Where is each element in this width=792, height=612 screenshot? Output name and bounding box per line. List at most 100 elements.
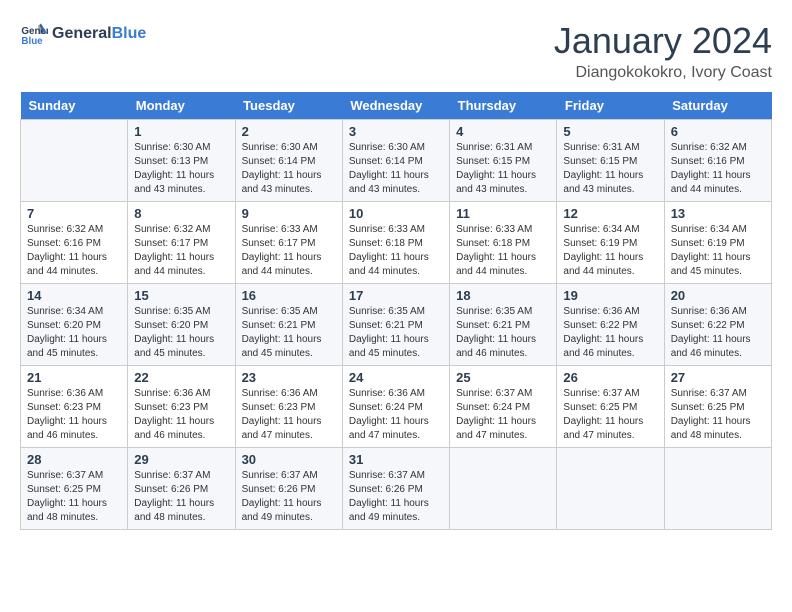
day-info: Sunrise: 6:37 AM Sunset: 6:24 PM Dayligh… bbox=[456, 387, 550, 443]
day-info: Sunrise: 6:37 AM Sunset: 6:25 PM Dayligh… bbox=[671, 387, 765, 443]
day-number: 5 bbox=[563, 124, 657, 139]
day-info: Sunrise: 6:35 AM Sunset: 6:21 PM Dayligh… bbox=[349, 305, 443, 361]
day-number: 16 bbox=[242, 288, 336, 303]
calendar-cell: 17 Sunrise: 6:35 AM Sunset: 6:21 PM Dayli… bbox=[342, 284, 449, 366]
calendar-cell: 6 Sunrise: 6:32 AM Sunset: 6:16 PM Daylig… bbox=[664, 120, 771, 202]
header-wednesday: Wednesday bbox=[342, 92, 449, 120]
weekday-header-row: Sunday Monday Tuesday Wednesday Thursday… bbox=[21, 92, 772, 120]
day-number: 6 bbox=[671, 124, 765, 139]
day-info: Sunrise: 6:31 AM Sunset: 6:15 PM Dayligh… bbox=[456, 141, 550, 197]
day-number: 21 bbox=[27, 370, 121, 385]
header-tuesday: Tuesday bbox=[235, 92, 342, 120]
calendar-cell bbox=[557, 448, 664, 530]
day-info: Sunrise: 6:36 AM Sunset: 6:22 PM Dayligh… bbox=[671, 305, 765, 361]
location-title: Diangokokokro, Ivory Coast bbox=[554, 64, 772, 82]
day-number: 26 bbox=[563, 370, 657, 385]
day-info: Sunrise: 6:32 AM Sunset: 6:16 PM Dayligh… bbox=[27, 223, 121, 279]
calendar-week-2: 7Sunrise: 6:32 AM Sunset: 6:16 PM Daylig… bbox=[21, 202, 772, 284]
calendar-cell: 27 Sunrise: 6:37 AM Sunset: 6:25 PM Dayli… bbox=[664, 366, 771, 448]
day-number: 18 bbox=[456, 288, 550, 303]
day-info: Sunrise: 6:37 AM Sunset: 6:25 PM Dayligh… bbox=[27, 469, 121, 525]
day-info: Sunrise: 6:33 AM Sunset: 6:17 PM Dayligh… bbox=[242, 223, 336, 279]
day-number: 2 bbox=[242, 124, 336, 139]
calendar-table: Sunday Monday Tuesday Wednesday Thursday… bbox=[20, 92, 772, 530]
calendar-cell: 15 Sunrise: 6:35 AM Sunset: 6:20 PM Dayli… bbox=[128, 284, 235, 366]
calendar-cell: 3 Sunrise: 6:30 AM Sunset: 6:14 PM Daylig… bbox=[342, 120, 449, 202]
day-info: Sunrise: 6:36 AM Sunset: 6:23 PM Dayligh… bbox=[242, 387, 336, 443]
day-info: Sunrise: 6:33 AM Sunset: 6:18 PM Dayligh… bbox=[456, 223, 550, 279]
calendar-cell bbox=[21, 120, 128, 202]
logo-line1: General bbox=[52, 25, 112, 42]
day-info: Sunrise: 6:30 AM Sunset: 6:14 PM Dayligh… bbox=[349, 141, 443, 197]
calendar-week-1: 1 Sunrise: 6:30 AM Sunset: 6:13 PM Daylig… bbox=[21, 120, 772, 202]
day-number: 22 bbox=[134, 370, 228, 385]
day-info: Sunrise: 6:34 AM Sunset: 6:19 PM Dayligh… bbox=[671, 223, 765, 279]
calendar-cell: 16 Sunrise: 6:35 AM Sunset: 6:21 PM Dayli… bbox=[235, 284, 342, 366]
day-number: 17 bbox=[349, 288, 443, 303]
day-number: 8 bbox=[134, 206, 228, 221]
calendar-week-4: 21 Sunrise: 6:36 AM Sunset: 6:23 PM Dayli… bbox=[21, 366, 772, 448]
calendar-cell: 26 Sunrise: 6:37 AM Sunset: 6:25 PM Dayli… bbox=[557, 366, 664, 448]
calendar-cell: 9Sunrise: 6:33 AM Sunset: 6:17 PM Daylig… bbox=[235, 202, 342, 284]
logo: General Blue GeneralBlue bbox=[20, 20, 146, 48]
day-number: 13 bbox=[671, 206, 765, 221]
day-info: Sunrise: 6:37 AM Sunset: 6:26 PM Dayligh… bbox=[242, 469, 336, 525]
day-info: Sunrise: 6:35 AM Sunset: 6:20 PM Dayligh… bbox=[134, 305, 228, 361]
day-info: Sunrise: 6:35 AM Sunset: 6:21 PM Dayligh… bbox=[242, 305, 336, 361]
calendar-week-3: 14 Sunrise: 6:34 AM Sunset: 6:20 PM Dayli… bbox=[21, 284, 772, 366]
calendar-cell: 21 Sunrise: 6:36 AM Sunset: 6:23 PM Dayli… bbox=[21, 366, 128, 448]
calendar-cell bbox=[450, 448, 557, 530]
day-number: 1 bbox=[134, 124, 228, 139]
day-number: 23 bbox=[242, 370, 336, 385]
title-section: January 2024 Diangokokokro, Ivory Coast bbox=[554, 20, 772, 82]
logo-icon: General Blue bbox=[20, 20, 48, 48]
day-info: Sunrise: 6:34 AM Sunset: 6:19 PM Dayligh… bbox=[563, 223, 657, 279]
day-number: 30 bbox=[242, 452, 336, 467]
calendar-cell: 18 Sunrise: 6:35 AM Sunset: 6:21 PM Dayli… bbox=[450, 284, 557, 366]
day-number: 27 bbox=[671, 370, 765, 385]
calendar-cell bbox=[664, 448, 771, 530]
day-info: Sunrise: 6:32 AM Sunset: 6:16 PM Dayligh… bbox=[671, 141, 765, 197]
day-info: Sunrise: 6:30 AM Sunset: 6:14 PM Dayligh… bbox=[242, 141, 336, 197]
day-info: Sunrise: 6:34 AM Sunset: 6:20 PM Dayligh… bbox=[27, 305, 121, 361]
calendar-cell: 14 Sunrise: 6:34 AM Sunset: 6:20 PM Dayli… bbox=[21, 284, 128, 366]
calendar-week-5: 28 Sunrise: 6:37 AM Sunset: 6:25 PM Dayli… bbox=[21, 448, 772, 530]
day-number: 19 bbox=[563, 288, 657, 303]
day-number: 15 bbox=[134, 288, 228, 303]
day-number: 31 bbox=[349, 452, 443, 467]
day-number: 14 bbox=[27, 288, 121, 303]
day-info: Sunrise: 6:32 AM Sunset: 6:17 PM Dayligh… bbox=[134, 223, 228, 279]
calendar-cell: 22Sunrise: 6:36 AM Sunset: 6:23 PM Dayli… bbox=[128, 366, 235, 448]
day-number: 12 bbox=[563, 206, 657, 221]
calendar-cell: 31 Sunrise: 6:37 AM Sunset: 6:26 PM Dayli… bbox=[342, 448, 449, 530]
calendar-cell: 29 Sunrise: 6:37 AM Sunset: 6:26 PM Dayli… bbox=[128, 448, 235, 530]
logo-line2: Blue bbox=[112, 25, 147, 42]
day-number: 29 bbox=[134, 452, 228, 467]
calendar-cell: 8 Sunrise: 6:32 AM Sunset: 6:17 PM Daylig… bbox=[128, 202, 235, 284]
day-info: Sunrise: 6:37 AM Sunset: 6:25 PM Dayligh… bbox=[563, 387, 657, 443]
header-thursday: Thursday bbox=[450, 92, 557, 120]
page-header: General Blue GeneralBlue January 2024 Di… bbox=[20, 20, 772, 82]
day-info: Sunrise: 6:37 AM Sunset: 6:26 PM Dayligh… bbox=[349, 469, 443, 525]
calendar-cell: 10Sunrise: 6:33 AM Sunset: 6:18 PM Dayli… bbox=[342, 202, 449, 284]
day-number: 10 bbox=[349, 206, 443, 221]
svg-text:Blue: Blue bbox=[21, 36, 43, 47]
logo-text: GeneralBlue bbox=[52, 25, 146, 43]
header-saturday: Saturday bbox=[664, 92, 771, 120]
calendar-cell: 13 Sunrise: 6:34 AM Sunset: 6:19 PM Dayli… bbox=[664, 202, 771, 284]
day-info: Sunrise: 6:36 AM Sunset: 6:23 PM Dayligh… bbox=[27, 387, 121, 443]
day-info: Sunrise: 6:37 AM Sunset: 6:26 PM Dayligh… bbox=[134, 469, 228, 525]
day-info: Sunrise: 6:30 AM Sunset: 6:13 PM Dayligh… bbox=[134, 141, 228, 197]
header-sunday: Sunday bbox=[21, 92, 128, 120]
day-number: 3 bbox=[349, 124, 443, 139]
day-number: 11 bbox=[456, 206, 550, 221]
calendar-cell: 23 Sunrise: 6:36 AM Sunset: 6:23 PM Dayli… bbox=[235, 366, 342, 448]
day-info: Sunrise: 6:36 AM Sunset: 6:24 PM Dayligh… bbox=[349, 387, 443, 443]
calendar-cell: 11 Sunrise: 6:33 AM Sunset: 6:18 PM Dayli… bbox=[450, 202, 557, 284]
day-number: 25 bbox=[456, 370, 550, 385]
day-info: Sunrise: 6:36 AM Sunset: 6:22 PM Dayligh… bbox=[563, 305, 657, 361]
day-info: Sunrise: 6:35 AM Sunset: 6:21 PM Dayligh… bbox=[456, 305, 550, 361]
day-number: 28 bbox=[27, 452, 121, 467]
calendar-cell: 28 Sunrise: 6:37 AM Sunset: 6:25 PM Dayli… bbox=[21, 448, 128, 530]
calendar-cell: 5Sunrise: 6:31 AM Sunset: 6:15 PM Daylig… bbox=[557, 120, 664, 202]
